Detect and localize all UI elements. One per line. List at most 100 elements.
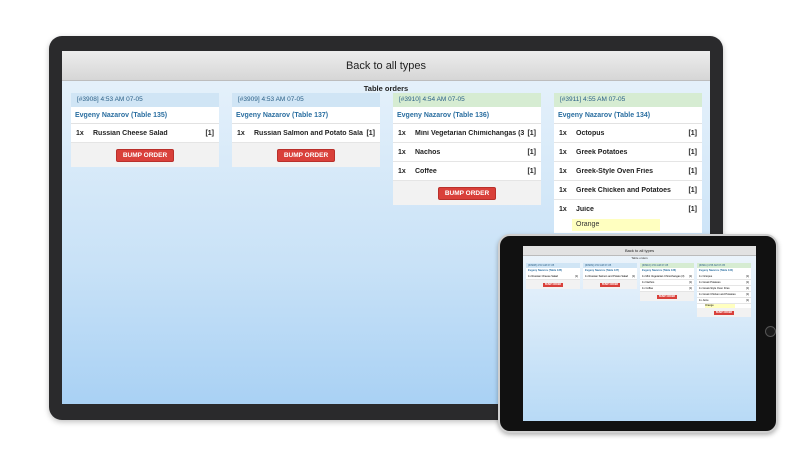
item-name: Greek Potatoes (702, 281, 721, 284)
item-count: [1] (688, 148, 697, 156)
item-qty: 1x (642, 287, 645, 290)
item-qty: 1x (699, 299, 702, 302)
order-item[interactable]: 1x Mini Vegetarian Chimichangas (3) [1] (393, 124, 541, 143)
order-item[interactable]: 1x Juice [1] (554, 200, 702, 219)
item-qty: 1x (699, 293, 702, 296)
item-name: Octopus (702, 275, 713, 278)
order-item[interactable]: 1x Nachos [1] (393, 143, 541, 162)
item-name: Greek Potatoes (576, 148, 628, 156)
bump-order-button[interactable]: BUMP ORDER (713, 310, 735, 315)
item-count: [1] (575, 275, 578, 278)
item-qty: 1x (76, 129, 84, 137)
item-count: [1] (746, 275, 749, 278)
item-count: [1] (527, 167, 536, 175)
item-qty: 1x (237, 129, 245, 137)
order-card-3909: [#3909] 4:53 AM 07-05 Evgeny Nazarov (Ta… (232, 93, 380, 167)
order-card-3908: [#3908] 4:53 AM 07-05 Evgeny Nazarov (Ta… (71, 93, 219, 167)
item-name: Russian Salmon and Potato Salad (588, 275, 628, 278)
order-header: [#3908] 4:53 AM 07-05 (71, 93, 219, 107)
item-modifier: Orange (554, 219, 702, 233)
item-name: Nachos (415, 148, 441, 156)
bump-area: BUMP ORDER (71, 143, 219, 167)
bump-area: BUMP ORDER (526, 280, 580, 289)
tablet-section-title: Table orders (631, 256, 648, 260)
order-item[interactable]: 1x Russian Salmon and Potato Salad [1] (232, 124, 380, 143)
customer-name: Evgeny Nazarov (Table 136) (393, 107, 541, 124)
customer-name: Evgeny Nazarov (Table 137) (232, 107, 380, 124)
bump-order-button[interactable]: BUMP ORDER (656, 294, 678, 299)
item-qty: 1x (699, 275, 702, 278)
item-qty: 1x (398, 167, 406, 175)
back-label: Back to all types (345, 59, 427, 72)
item-count: [1] (746, 299, 749, 302)
item-count: [1] (205, 129, 214, 137)
bump-order-button[interactable]: BUMP ORDER (115, 148, 175, 162)
item-qty: 1x (585, 275, 588, 278)
item-count: [1] (632, 275, 635, 278)
item-qty: 1x (642, 275, 645, 278)
item-count: [1] (746, 287, 749, 290)
order-item[interactable]: 1x Greek Chicken and Potatoes [1] (554, 181, 702, 200)
order-item[interactable]: 1x Russian Cheese Salad [1] (71, 124, 219, 143)
item-name: Nachos (645, 281, 655, 284)
tablet-back-button[interactable]: Back to all types (523, 246, 756, 256)
item-qty: 1x (559, 148, 567, 156)
item-count: [1] (746, 293, 749, 296)
customer-name: Evgeny Nazarov (Table 135) (71, 107, 219, 124)
item-count: [1] (688, 129, 697, 137)
item-name: Greek Chicken and Potatoes (702, 293, 736, 296)
bump-area: BUMP ORDER (393, 181, 541, 205)
item-qty: 1x (559, 206, 567, 213)
order-header: [#3911] 4:55 AM 07-05 (554, 93, 702, 107)
item-count: [1] (366, 129, 375, 137)
tablet-order-card-3909: [#3909] 4:53 AM 07-05 Evgeny Nazarov (Ta… (583, 263, 637, 289)
item-name: Mini Vegetarian Chimichangas (3) (415, 129, 524, 137)
order-item[interactable]: 1x Greek-Style Oven Fries [1] (554, 162, 702, 181)
modifier-label: Orange (572, 219, 660, 231)
item-count: [1] (688, 206, 697, 213)
item-qty: 1x (528, 275, 531, 278)
bump-order-button[interactable]: BUMP ORDER (276, 148, 336, 162)
bump-order-button[interactable]: BUMP ORDER (437, 186, 497, 200)
item-qty: 1x (398, 129, 406, 137)
order-card-3910: [#3910] 4:54 AM 07-05 Evgeny Nazarov (Ta… (393, 93, 541, 205)
item-count: [1] (688, 167, 697, 175)
back-to-all-types-button[interactable]: Back to all types (62, 51, 710, 81)
bump-order-button[interactable]: BUMP ORDER (542, 282, 564, 287)
item-name: Greek Chicken and Potatoes (576, 186, 671, 194)
bump-area: BUMP ORDER (640, 292, 694, 301)
tablet-order-card-3911: [#3911] 4:55 AM 07-05 Evgeny Nazarov (Ta… (697, 263, 751, 317)
item-name: Juice (702, 299, 709, 302)
order-card-3911: [#3911] 4:55 AM 07-05 Evgeny Nazarov (Ta… (554, 93, 702, 233)
order-item[interactable]: 1x Greek Potatoes [1] (554, 143, 702, 162)
item-name: Greek-Style Oven Fries (702, 287, 730, 290)
item-count: [1] (689, 275, 692, 278)
item-name: Octopus (576, 129, 605, 137)
item-name: Coffee (645, 287, 654, 290)
item-count: [1] (527, 148, 536, 156)
item-name: Coffee (415, 167, 437, 175)
tablet-order-card-3910: [#3910] 4:54 AM 07-05 Evgeny Nazarov (Ta… (640, 263, 694, 301)
order-header: [#3909] 4:53 AM 07-05 (232, 93, 380, 107)
bump-area: BUMP ORDER (232, 143, 380, 167)
item-name: Mini Vegetarian Chimichangas (3) (645, 275, 685, 278)
bump-order-button[interactable]: BUMP ORDER (599, 282, 621, 287)
item-qty: 1x (642, 281, 645, 284)
item-count: [1] (527, 129, 536, 137)
tablet-order-card-3908: [#3908] 4:53 AM 07-05 Evgeny Nazarov (Ta… (526, 263, 580, 289)
item-name: Juice (576, 206, 594, 213)
item-count: [1] (689, 281, 692, 284)
item-qty: 1x (699, 287, 702, 290)
item-qty: 1x (699, 281, 702, 284)
item-name: Russian Cheese Salad (531, 275, 558, 278)
home-button-icon (765, 326, 776, 337)
customer-name: Evgeny Nazarov (Table 134) (554, 107, 702, 124)
order-header: [#3910] 4:54 AM 07-05 (393, 93, 541, 107)
order-item[interactable]: 1x Octopus [1] (554, 124, 702, 143)
item-name: Greek-Style Oven Fries (576, 167, 654, 175)
order-item[interactable]: 1x Coffee [1] (393, 162, 541, 181)
tablet-screen: Back to all types Table orders [#3908] 4… (523, 246, 756, 421)
bump-area: BUMP ORDER (697, 308, 751, 317)
item-count: [1] (746, 281, 749, 284)
item-count: [1] (689, 287, 692, 290)
